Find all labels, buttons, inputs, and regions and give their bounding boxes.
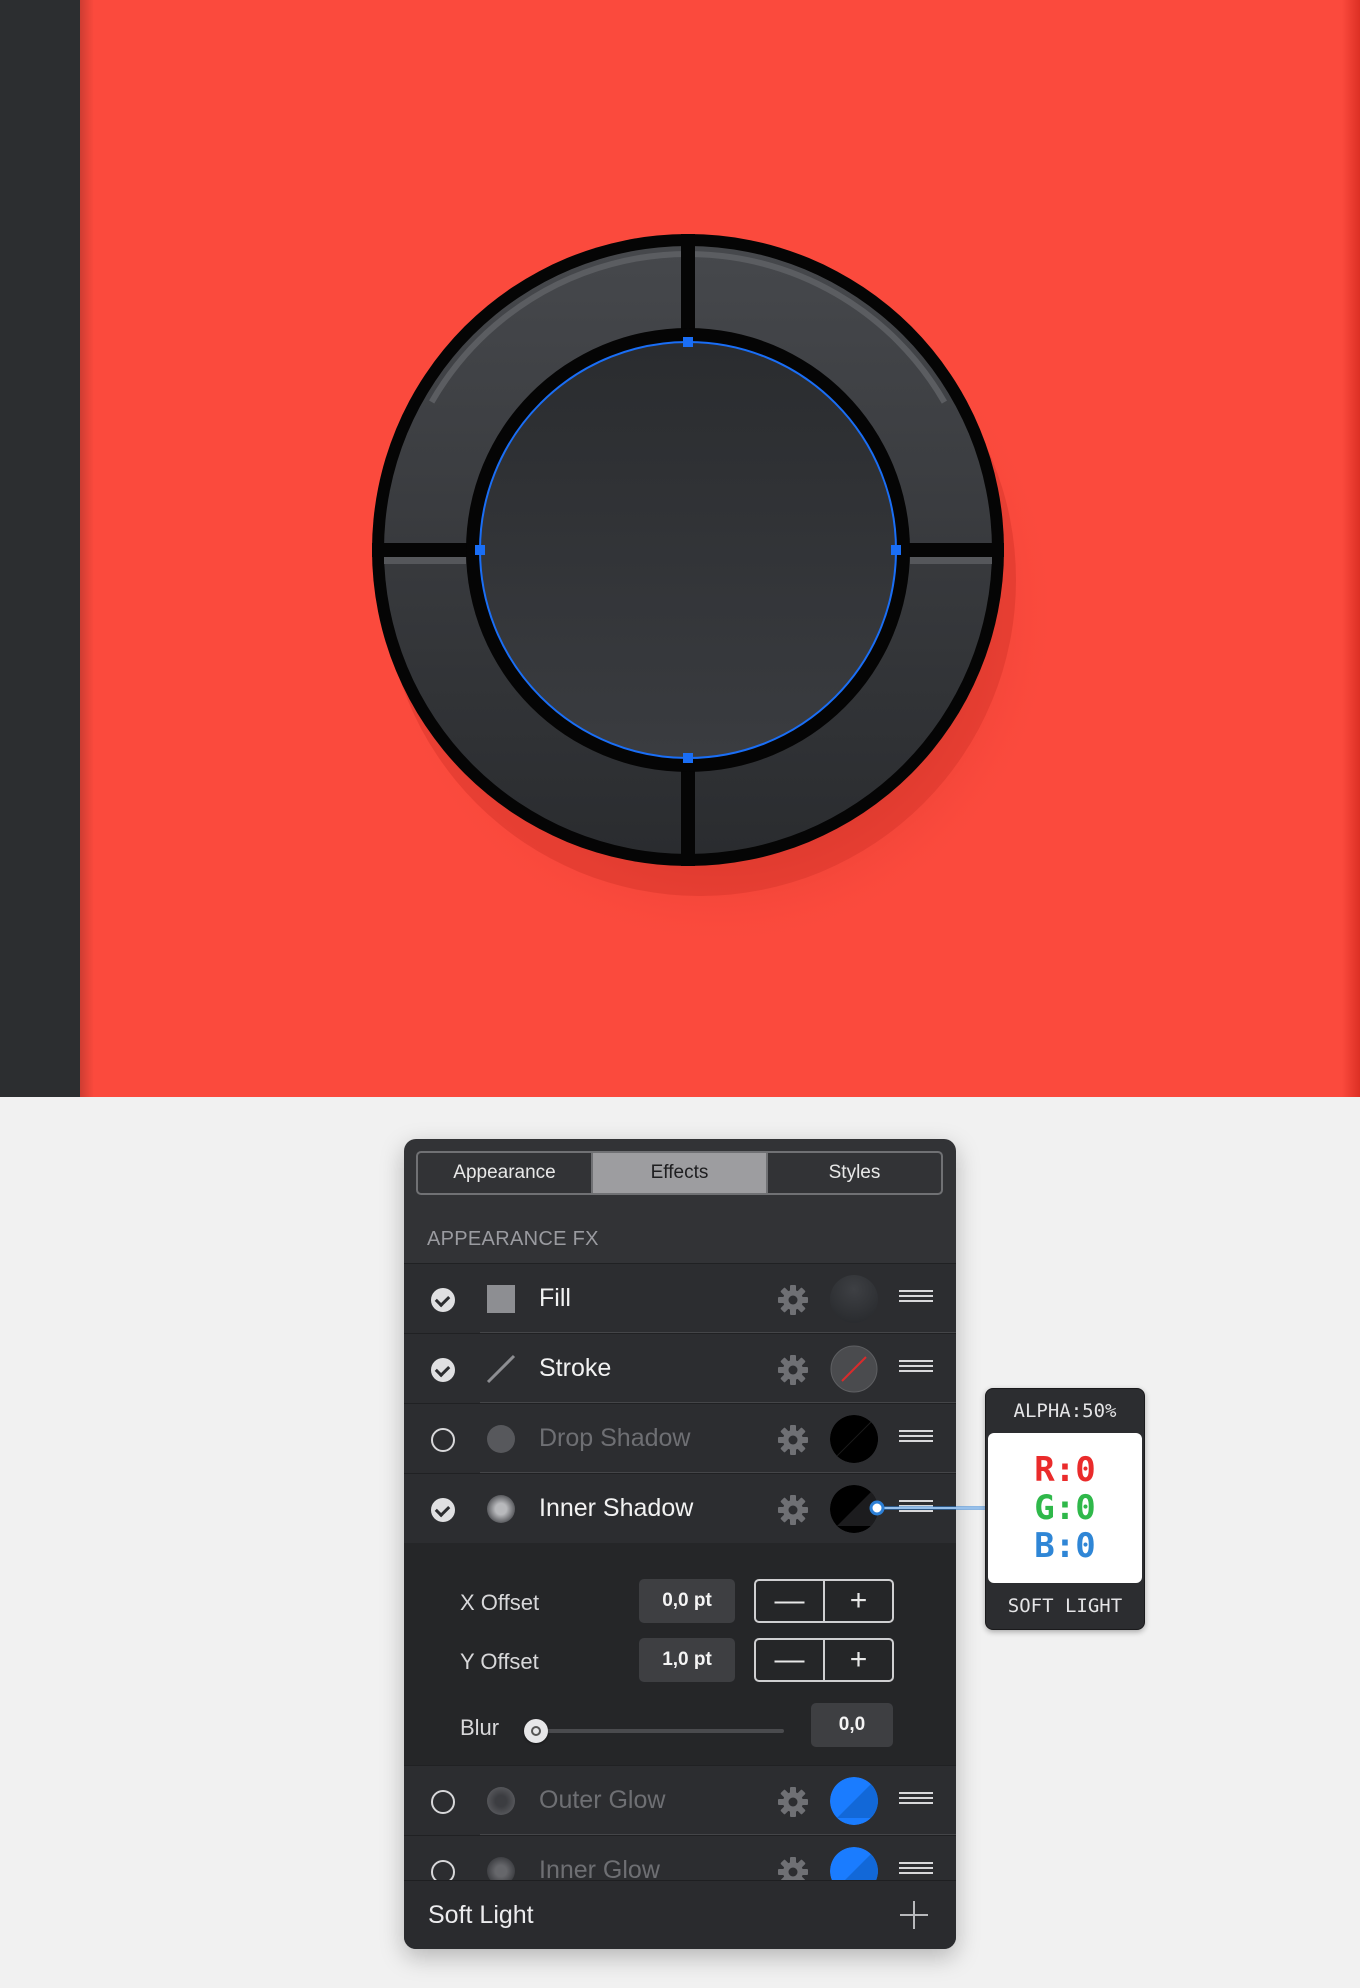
gear-icon[interactable] [776, 1493, 810, 1527]
y-offset-stepper: — + [754, 1638, 894, 1682]
callout-green-value: G:0 [1034, 1488, 1096, 1528]
fill-swatch[interactable] [830, 1275, 878, 1323]
selection-handle-left[interactable] [475, 545, 485, 555]
glow-color-swatch[interactable] [830, 1777, 878, 1825]
drag-handle-icon[interactable] [899, 1792, 933, 1810]
effect-label: Fill [539, 1284, 571, 1312]
knob-divider-bottom [681, 756, 695, 866]
tab-effects[interactable]: Effects [591, 1153, 766, 1193]
selection-handle-right[interactable] [891, 545, 901, 555]
blur-value-field[interactable]: 0,0 [811, 1703, 893, 1747]
gear-icon[interactable] [776, 1785, 810, 1819]
shadow-dot-icon [487, 1425, 515, 1453]
knob-divider-right-hl [910, 557, 992, 564]
callout-rgb-card: R:0 G:0 B:0 [988, 1433, 1142, 1583]
y-offset-field[interactable]: 1,0 pt [639, 1638, 735, 1682]
connector-dot [869, 1500, 885, 1516]
fill-square-icon [487, 1285, 515, 1313]
add-icon[interactable] [898, 1899, 930, 1931]
effect-label: Inner Shadow [539, 1494, 694, 1522]
stroke-line-icon [486, 1354, 516, 1384]
tab-appearance[interactable]: Appearance [418, 1153, 591, 1193]
callout-alpha: ALPHA:50% [1013, 1400, 1117, 1422]
y-offset-label: Y Offset [460, 1649, 539, 1674]
callout-red-value: R:0 [1034, 1450, 1096, 1490]
effect-label: Drop Shadow [539, 1424, 691, 1452]
y-offset-increment-button[interactable]: + [823, 1640, 892, 1680]
enable-checkbox[interactable] [431, 1288, 455, 1312]
callout-blend-mode: SOFT LIGHT [1007, 1595, 1123, 1617]
drag-handle-icon[interactable] [899, 1360, 933, 1378]
inner-shadow-settings: X Offset 0,0 pt — + Y Offset 1,0 pt — + … [404, 1543, 956, 1765]
blend-mode-footer: Soft Light [404, 1880, 956, 1949]
panel-tab-bar: Appearance Effects Styles [416, 1151, 943, 1195]
effect-label: Outer Glow [539, 1786, 666, 1814]
selection-handle-top[interactable] [683, 337, 693, 347]
drag-handle-icon[interactable] [899, 1290, 933, 1308]
section-heading: APPEARANCE FX [427, 1228, 599, 1250]
selection-handle-bottom[interactable] [683, 753, 693, 763]
blur-slider-knob[interactable] [524, 1719, 548, 1743]
effect-row-stroke[interactable]: Stroke [404, 1333, 956, 1403]
callout-connector [876, 1506, 988, 1510]
shadow-color-swatch[interactable] [830, 1415, 878, 1463]
x-offset-decrement-button[interactable]: — [756, 1581, 823, 1621]
screen: { "canvas": { "background_color": "#fb4a… [0, 0, 1360, 1988]
x-offset-stepper: — + [754, 1579, 894, 1623]
effect-row-drop-shadow[interactable]: Drop Shadow [404, 1403, 956, 1473]
gear-icon[interactable] [776, 1283, 810, 1317]
tab-styles[interactable]: Styles [766, 1153, 941, 1193]
knob-divider-left [372, 543, 482, 557]
blur-slider-track[interactable] [536, 1729, 784, 1733]
enable-checkbox[interactable] [431, 1358, 455, 1382]
color-value-callout: ALPHA:50% R:0 G:0 B:0 SOFT LIGHT [985, 1388, 1145, 1630]
knob-divider-top [681, 234, 695, 344]
gear-icon[interactable] [776, 1423, 810, 1457]
effect-row-outer-glow[interactable]: Outer Glow [404, 1765, 956, 1835]
shadow-dot-icon [487, 1495, 515, 1523]
callout-blue-value: B:0 [1034, 1526, 1096, 1566]
glow-dot-icon [487, 1787, 515, 1815]
x-offset-increment-button[interactable]: + [823, 1581, 892, 1621]
effect-label: Stroke [539, 1354, 612, 1382]
knob-divider-right [894, 543, 1004, 557]
drag-handle-icon[interactable] [899, 1862, 933, 1880]
knob-illustration[interactable] [0, 0, 1360, 1097]
effect-row-fill[interactable]: Fill [404, 1263, 956, 1333]
knob-divider-left-hl [384, 557, 466, 564]
enable-checkbox[interactable] [431, 1498, 455, 1522]
blur-label: Blur [460, 1715, 500, 1740]
enable-checkbox[interactable] [431, 1790, 455, 1814]
appearance-panel: Appearance Effects Styles APPEARANCE FX … [404, 1139, 956, 1949]
enable-checkbox[interactable] [431, 1428, 455, 1452]
drag-handle-icon[interactable] [899, 1430, 933, 1448]
x-offset-field[interactable]: 0,0 pt [639, 1579, 735, 1623]
artboard-canvas[interactable] [0, 0, 1360, 1097]
y-offset-decrement-button[interactable]: — [756, 1640, 823, 1680]
blend-mode-selector[interactable]: Soft Light [428, 1901, 534, 1930]
stroke-swatch[interactable] [830, 1345, 878, 1393]
gear-icon[interactable] [776, 1353, 810, 1387]
knob-inner-disc[interactable] [480, 342, 896, 758]
x-offset-label: X Offset [460, 1590, 540, 1615]
